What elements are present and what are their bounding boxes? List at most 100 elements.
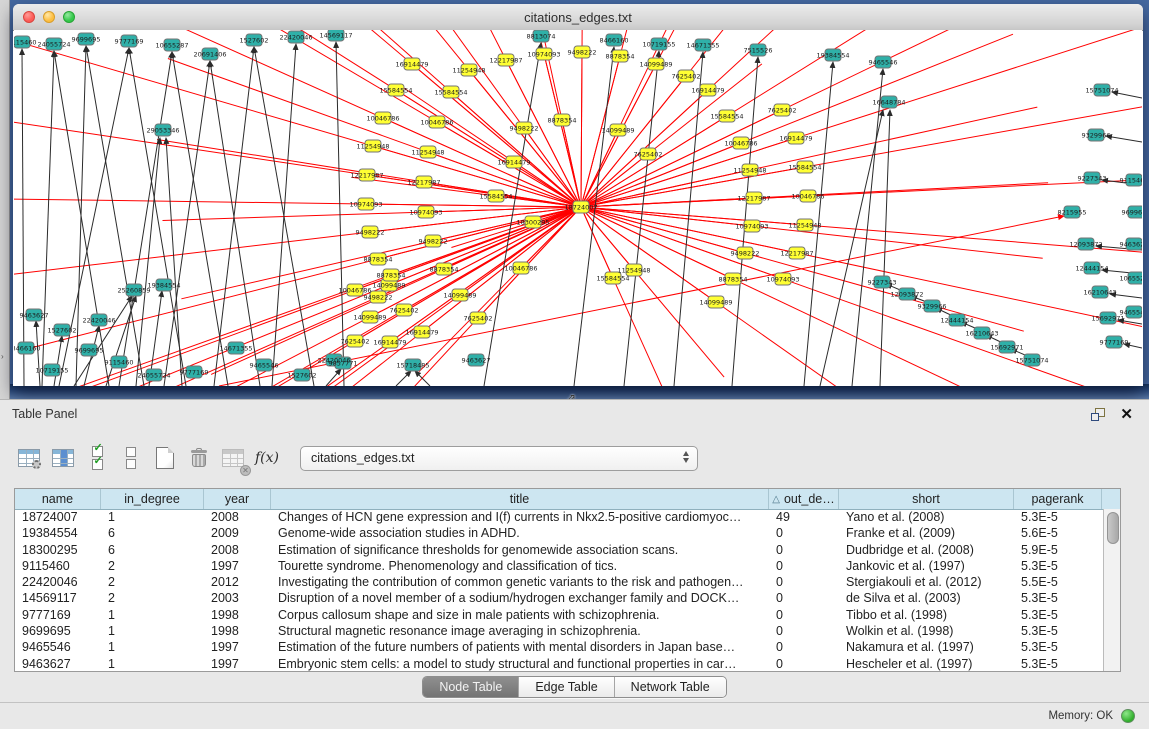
table-row[interactable]: 2242004622012Investigating the contribut… [15,574,1104,590]
graph-node-label: 12217987 [737,195,770,203]
graph-node-label: 8878354 [364,256,393,264]
table-cell: 2009 [204,525,271,541]
graph-edge[interactable] [42,51,54,386]
column-header-pagerank[interactable]: pagerank [1014,489,1102,509]
graph-edge[interactable] [119,52,172,386]
graph-edge[interactable] [378,207,581,297]
collapsed-side-panel[interactable]: › [0,0,10,399]
table-cell: 1 [101,639,204,655]
graph-edge[interactable] [366,204,581,207]
function-builder-icon[interactable]: f(x) [252,444,282,472]
graph-node-label: 7625402 [672,73,701,81]
table-row[interactable]: 1456911722003Disruption of a novel membe… [15,590,1104,606]
graph-node-label: 12444154 [1075,265,1108,273]
delete-table-icon[interactable]: ✕ [218,444,248,472]
table-cell: 0 [769,525,839,541]
tab-network-table[interactable]: Network Table [615,677,726,697]
column-header-in_degree[interactable]: in_degree [101,489,204,509]
graph-node-label: 9463627 [1120,241,1142,249]
table-cell: 2012 [204,574,271,590]
graph-edge[interactable] [74,296,132,386]
table-cell: 5.5E-5 [1014,574,1102,590]
table-cell: 0 [769,590,839,606]
graph-edge[interactable] [396,371,411,386]
graph-edge[interactable] [880,110,890,386]
table-selector-dropdown[interactable]: citations_edges.txt [300,446,698,471]
new-column-icon[interactable] [150,444,180,472]
graph-edge[interactable] [581,52,582,207]
graph-edge[interactable] [581,30,975,207]
graph-node-label: 9465546 [869,59,898,67]
table-row[interactable]: 911546021997Tourette syndrome. Phenomeno… [15,558,1104,574]
graph-edge[interactable] [36,321,40,386]
table-row[interactable]: 977716911998Corpus callosum shape and si… [15,607,1104,623]
graph-node-label: 1527602 [288,372,317,380]
scrollbar-thumb[interactable] [1107,512,1119,544]
delete-column-trash-icon[interactable] [184,444,214,472]
graph-node-label: 8466160 [14,345,40,353]
column-header-year[interactable]: year [204,489,271,509]
table-row[interactable]: 946554611997Estimation of the future num… [15,639,1104,655]
column-header-out_de[interactable]: △out_de… [769,489,839,509]
graph-node-label: 9498222 [364,294,393,302]
graph-edge[interactable] [581,99,1142,207]
table-row[interactable]: 969969511998Structural magnetic resonanc… [15,623,1104,639]
panel-expand-arrow-icon[interactable]: › [1,352,4,361]
graph-node-label: 14099489 [443,292,476,300]
graph-node-label: 10046786 [504,265,537,273]
graph-edge[interactable] [674,52,703,386]
graph-edge[interactable] [1106,136,1142,142]
graph-edge[interactable] [624,51,659,386]
graph-edge[interactable] [820,110,883,386]
graph-edge[interactable] [378,207,581,259]
graph-edge[interactable] [373,146,581,207]
graph-edge[interactable] [581,196,808,207]
graph-edge[interactable] [514,162,581,207]
window-titlebar[interactable]: citations_edges.txt [13,4,1143,31]
graph-edge[interactable] [581,207,1142,331]
table-row[interactable]: 1872400712008Changes of HCN gene express… [15,509,1104,525]
graph-edge[interactable] [136,138,160,386]
column-header-short[interactable]: short [839,489,1014,509]
node-attribute-table[interactable]: namein_degreeyeartitle△out_de…shortpager… [14,488,1121,672]
network-canvas[interactable]: 1125494812217987109740939498222887835414… [14,30,1142,386]
clear-selection-icon[interactable] [116,444,146,472]
table-cell: Corpus callosum shape and size in male p… [271,607,769,623]
graph-edge[interactable] [166,138,182,386]
float-window-icon[interactable] [1091,408,1105,421]
combo-arrows-icon [683,451,689,463]
graph-node-label: 16648784 [872,99,905,107]
graph-node-label: 16210643 [1083,289,1116,297]
graph-edge[interactable] [214,47,254,386]
close-panel-icon[interactable]: ✕ [1120,405,1133,423]
table-row[interactable]: 1830029562008Estimation of significance … [15,542,1104,558]
citation-network-graph[interactable]: 1125494812217987109740939498222887835414… [14,30,1142,386]
select-all-checks-icon[interactable]: ✓✓ [82,444,112,472]
column-header-title[interactable]: title [271,489,769,509]
graph-edge[interactable] [22,49,24,386]
graph-node-label: 9498222 [510,125,539,133]
column-header-name[interactable]: name [15,489,101,509]
table-mode-icon[interactable] [14,444,44,472]
graph-node-label: 11254948 [411,149,444,157]
tab-edge-table[interactable]: Edge Table [519,677,614,697]
table-cell: 1 [101,509,204,525]
table-row[interactable]: 946362711997Embryonic stem cells: a mode… [15,656,1104,672]
graph-edge[interactable] [581,207,991,386]
graph-node-label: 10046786 [791,193,824,201]
table-row[interactable]: 1938455462009Genome-wide association stu… [15,525,1104,541]
graph-edge[interactable] [581,207,667,386]
graph-node-label: 16210643 [965,330,998,338]
table-toolbar: ✓✓ ✕ f(x) citations_edges.txt [14,438,1135,478]
graph-node-label: 10655287 [155,42,188,50]
graph-edge[interactable] [581,154,648,207]
vertical-scrollbar[interactable] [1103,509,1120,671]
graph-edge[interactable] [164,61,210,386]
network-view-window[interactable]: citations_edges.txt 11254948122179871097… [13,4,1143,386]
graph-edge[interactable] [484,43,541,386]
graph-edge[interactable] [129,48,186,386]
tab-node-table[interactable]: Node Table [423,677,519,697]
show-columns-icon[interactable] [48,444,78,472]
graph-node-label: 10046786 [724,140,757,148]
graph-node-label: 9115460 [105,359,134,367]
